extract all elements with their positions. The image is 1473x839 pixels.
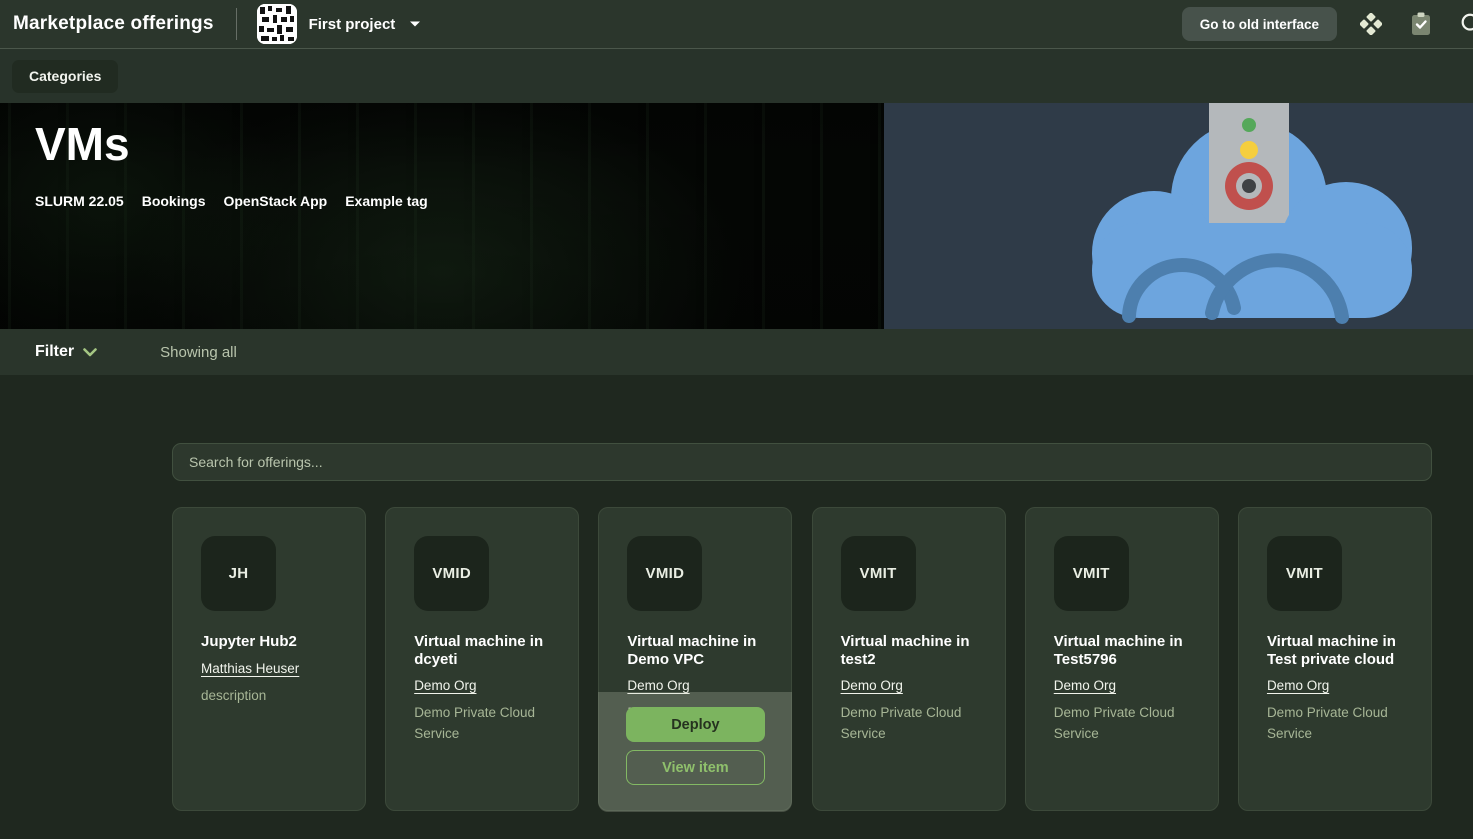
offering-avatar: VMID [627,536,702,611]
search-icon[interactable] [1459,12,1473,36]
offering-subtitle: Demo Private Cloud Service [414,703,550,745]
hero-server-room-image: VMs SLURM 22.05 Bookings OpenStack App E… [0,103,884,329]
filter-label: Filter [35,343,74,361]
categories-button[interactable]: Categories [12,60,118,93]
header-actions: Go to old interface [1182,7,1473,41]
search-offerings-input[interactable] [172,443,1432,481]
chevron-down-icon [83,348,97,357]
offering-title: Virtual machine in dcyeti [414,633,550,668]
clipboard-check-icon[interactable] [1409,12,1433,36]
offering-avatar: JH [201,536,276,611]
marketplace-page: Marketplace offerings [0,0,1473,839]
secondary-nav: Categories [0,48,1473,103]
project-logo [257,4,297,44]
offering-card-vm-dcyeti[interactable]: VMID Virtual machine in dcyeti Demo Org … [385,507,579,811]
offering-avatar: VMIT [1267,536,1342,611]
project-name: First project [309,16,396,33]
showing-all-status: Showing all [160,344,237,361]
offering-org-link[interactable]: Demo Org [1054,678,1116,693]
offering-subtitle: Demo Private Cloud Service [841,703,977,745]
tag-slurm[interactable]: SLURM 22.05 [35,193,124,209]
cloud-server-icon [884,103,1473,329]
tag-bookings[interactable]: Bookings [142,193,206,209]
offerings-grid: JH Jupyter Hub2 Matthias Heuser descript… [172,507,1432,811]
card-hover-actions: Deploy View item [598,692,792,812]
offering-title: Jupyter Hub2 [201,633,337,651]
tag-example[interactable]: Example tag [345,193,427,209]
header-divider [236,8,237,40]
offering-org-link[interactable]: Demo Org [841,678,903,693]
offerings-content: JH Jupyter Hub2 Matthias Heuser descript… [0,375,1473,839]
page-title: Marketplace offerings [13,13,214,35]
offering-subtitle: Demo Private Cloud Service [1054,703,1190,745]
offering-subtitle: Demo Private Cloud Service [1267,703,1403,745]
filter-toggle[interactable]: Filter [35,343,97,361]
offering-title: Virtual machine in Test private cloud [1267,633,1403,668]
offering-card-vm-test-private-cloud[interactable]: VMIT Virtual machine in Test private clo… [1238,507,1432,811]
hero-tag-list: SLURM 22.05 Bookings OpenStack App Examp… [35,193,428,209]
offering-title: Virtual machine in test2 [841,633,977,668]
offering-initials: VMIT [860,565,897,582]
tag-openstack-app[interactable]: OpenStack App [223,193,327,209]
offering-initials: VMIT [1073,565,1110,582]
category-title: VMs [35,117,130,171]
offering-subtitle: description [201,686,337,707]
offering-title: Virtual machine in Test5796 [1054,633,1190,668]
offering-avatar: VMIT [1054,536,1129,611]
chevron-down-icon [409,20,421,28]
offering-card-vm-test2[interactable]: VMIT Virtual machine in test2 Demo Org D… [812,507,1006,811]
deploy-button[interactable]: Deploy [626,707,765,742]
offering-org-link[interactable]: Demo Org [1267,678,1329,693]
offering-initials: VMID [432,565,471,582]
offering-initials: VMIT [1286,565,1323,582]
view-item-button[interactable]: View item [626,750,765,785]
top-header: Marketplace offerings [0,0,1473,48]
go-to-old-interface-button[interactable]: Go to old interface [1182,7,1337,41]
hero-cloud-illustration [884,103,1473,329]
offering-card-jupyter-hub2[interactable]: JH Jupyter Hub2 Matthias Heuser descript… [172,507,366,811]
offering-avatar: VMID [414,536,489,611]
offering-org-link[interactable]: Demo Org [414,678,476,693]
apps-grid-icon[interactable] [1359,12,1383,36]
project-switcher[interactable]: First project [257,4,422,44]
offering-title: Virtual machine in Demo VPC [627,633,763,668]
filter-bar: Filter Showing all [0,329,1473,375]
offering-card-vm-test5796[interactable]: VMIT Virtual machine in Test5796 Demo Or… [1025,507,1219,811]
offering-org-link[interactable]: Matthias Heuser [201,661,299,676]
offering-initials: VMID [646,565,685,582]
offering-card-vm-demo-vpc[interactable]: VMID Virtual machine in Demo VPC Demo Or… [598,507,792,811]
offering-avatar: VMIT [841,536,916,611]
category-hero: VMs SLURM 22.05 Bookings OpenStack App E… [0,103,1473,329]
offering-initials: JH [229,565,249,582]
